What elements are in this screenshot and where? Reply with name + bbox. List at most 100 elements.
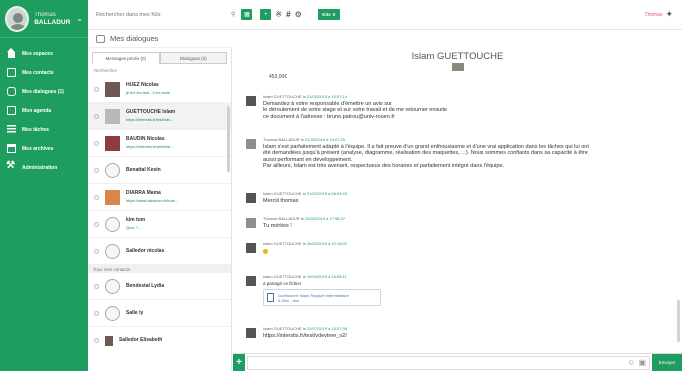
radio-icon[interactable]: [94, 248, 99, 254]
file-name[interactable]: Guettouche Islam Rapport intermédiaire: [278, 293, 349, 298]
all-contacts-heading: Tous mes contacts: [88, 265, 231, 273]
avatar: [246, 218, 256, 228]
message: Islam GUETTOUCHE le 19/04/2019 à 15:08:1…: [246, 274, 381, 306]
list-item-text: Salledor Elisabeth: [119, 337, 162, 344]
list-item[interactable]: kim tom Quoi ?...: [88, 211, 231, 238]
list-item-name: Bendestal Lydia: [126, 282, 165, 289]
avatar: [246, 243, 256, 253]
list-filter-label[interactable]: Rechercher: [88, 64, 231, 76]
message-composer: + ☺ ▣ Envoyer: [233, 353, 682, 371]
list-item[interactable]: Bendestal Lydia: [88, 273, 231, 300]
message-time: le 21/02/2019 à 10:07:29: [300, 137, 346, 142]
image-icon[interactable]: ▣: [638, 358, 646, 367]
avatar[interactable]: [5, 5, 30, 32]
avatar: [105, 81, 120, 97]
message: Islam GUETTOUCHE le 21/02/2019 à 10:07:1…: [246, 94, 447, 120]
avatar: [451, 63, 464, 71]
list-item-text: DIARRA Mama https://www.labocom.fr/inde.…: [126, 190, 178, 204]
sidebar-item-label: Mes espaces: [22, 50, 53, 57]
message-input[interactable]: [247, 355, 650, 370]
list-item[interactable]: DIARRA Mama https://www.labocom.fr/inde.…: [88, 184, 231, 211]
hashtag-icon[interactable]: #: [286, 10, 290, 19]
message-text: a partagé ce fichier: [263, 280, 302, 286]
search-input[interactable]: [92, 5, 227, 24]
attach-button[interactable]: +: [233, 354, 245, 371]
kits-badge-label: Kits: [322, 12, 331, 17]
list-item-name: Salledor nicolas: [126, 247, 165, 254]
grid-icon[interactable]: ▦: [241, 9, 253, 20]
list-tabs: Messages privés (0) Dialogues (2): [92, 52, 227, 64]
message-time: le 26/02/2019 à 10:15:02: [302, 241, 347, 246]
radio-icon[interactable]: [94, 194, 99, 200]
search-icon[interactable]: ⚲: [231, 11, 235, 18]
radio-icon[interactable]: [94, 338, 99, 343]
message-text: été demandées jusqu'à présent (analyse, …: [263, 150, 588, 156]
sidebar-item-dialogues[interactable]: Mes dialogues (1): [0, 82, 88, 101]
list-item[interactable]: Salle ly: [88, 300, 231, 327]
radio-icon[interactable]: [94, 140, 99, 146]
sidebar-item-administration[interactable]: Administration: [0, 158, 88, 177]
avatar-placeholder-icon: [105, 243, 120, 259]
list-item-name: Salle ly: [126, 309, 144, 316]
tab-dialogues[interactable]: Dialogues (2): [159, 52, 227, 64]
list-item-name: Benattal Kevin: [126, 166, 161, 173]
list-scrollbar[interactable]: [227, 106, 230, 172]
shared-file-card[interactable]: Guettouche Islam Rapport intermédiaire 0…: [263, 289, 381, 306]
send-button[interactable]: Envoyer: [652, 353, 682, 371]
kits-badge-button[interactable]: Kits 0: [317, 9, 340, 20]
sidebar-nav: Mes espaces Mes contacts Mes dialogues (…: [0, 44, 88, 177]
agenda-icon: [7, 106, 16, 115]
user-menu[interactable]: Thomas ✦: [644, 9, 673, 20]
message: Islam GUETTOUCHE le 21/02/2019 à 08:54:5…: [246, 191, 347, 204]
chat-icon: [7, 87, 16, 96]
radio-icon[interactable]: [94, 283, 99, 289]
message-author: Islam GUETTOUCHE: [263, 274, 302, 279]
sidebar: Thomas BALLADUR ⌄ Mes espaces Mes contac…: [0, 0, 88, 371]
list-item[interactable]: Benattal Kevin: [88, 157, 231, 184]
home-icon: [7, 48, 16, 58]
sidebar-item-archives[interactable]: Mes archives: [0, 139, 88, 158]
message-meta: Thomas BALLADUR le 22/02/2019 à 17:58:47: [263, 216, 345, 223]
list-item-selected[interactable]: GUETTOUCHE Islam https://interstis.fr/te…: [88, 103, 231, 130]
list-item-name: HUEZ Nicolas: [126, 82, 159, 88]
message-text: ce document à l'adresse : bruno.patrou@u…: [263, 113, 395, 120]
chevron-down-icon[interactable]: ⌄: [76, 14, 83, 23]
settings-icon[interactable]: ⚙: [295, 10, 302, 19]
list-item[interactable]: Salledor nicolas: [88, 238, 231, 265]
contacts-icon: [7, 68, 16, 77]
list-item[interactable]: HUEZ Nicolas je fini les test - il en re…: [88, 76, 231, 103]
chat-icon: [96, 34, 105, 43]
profile-header[interactable]: Thomas BALLADUR ⌄: [0, 0, 88, 38]
radio-icon[interactable]: [94, 86, 99, 92]
chat-scrollbar[interactable]: [677, 300, 680, 342]
list-item-text: Salledor nicolas: [126, 248, 164, 255]
emoji-icon[interactable]: ☺: [627, 358, 635, 367]
add-icon[interactable]: +: [260, 9, 272, 20]
list-item[interactable]: BAUDIN Nicolas https://interstis.fr/web/…: [88, 130, 231, 157]
pin-icon[interactable]: ✦: [665, 9, 673, 20]
radio-icon[interactable]: [94, 167, 99, 173]
list-item[interactable]: Salledor Elisabeth: [88, 327, 231, 354]
page-title-text: Mes dialogues: [110, 34, 159, 43]
sidebar-item-taches[interactable]: Mes tâches: [0, 120, 88, 139]
list-item-text: Salle ly: [126, 310, 143, 317]
composer-icons: ☺ ▣: [627, 358, 646, 367]
sidebar-item-contacts[interactable]: Mes contacts: [0, 63, 88, 82]
conversation-list: Messages privés (0) Dialogues (2) Recher…: [88, 48, 232, 371]
sidebar-item-espaces[interactable]: Mes espaces: [0, 44, 88, 63]
radio-icon[interactable]: [94, 310, 99, 316]
list-item-preview: https://www.labocom.fr/inde...: [126, 198, 179, 203]
list-item-text: Bendestal Lydia: [126, 283, 164, 290]
profile-last-name: BALLADUR: [34, 18, 71, 26]
list-item-text: BAUDIN Nicolas https://interstis.fr/web/…: [126, 136, 174, 150]
sidebar-item-agenda[interactable]: Mon agenda: [0, 101, 88, 120]
radio-icon[interactable]: [94, 113, 99, 119]
user-menu-label: Thomas: [644, 11, 663, 18]
list-item-text: GUETTOUCHE Islam https://interstis.fr/te…: [126, 109, 175, 123]
avatar: [246, 276, 256, 286]
avatar-placeholder-icon: [105, 278, 120, 294]
message-link[interactable]: https://interstis.fr/test/vdevtree_v2/: [263, 333, 347, 340]
radio-icon[interactable]: [94, 221, 99, 227]
link-icon[interactable]: ※: [275, 10, 282, 19]
tab-private-messages[interactable]: Messages privés (0): [92, 52, 160, 64]
